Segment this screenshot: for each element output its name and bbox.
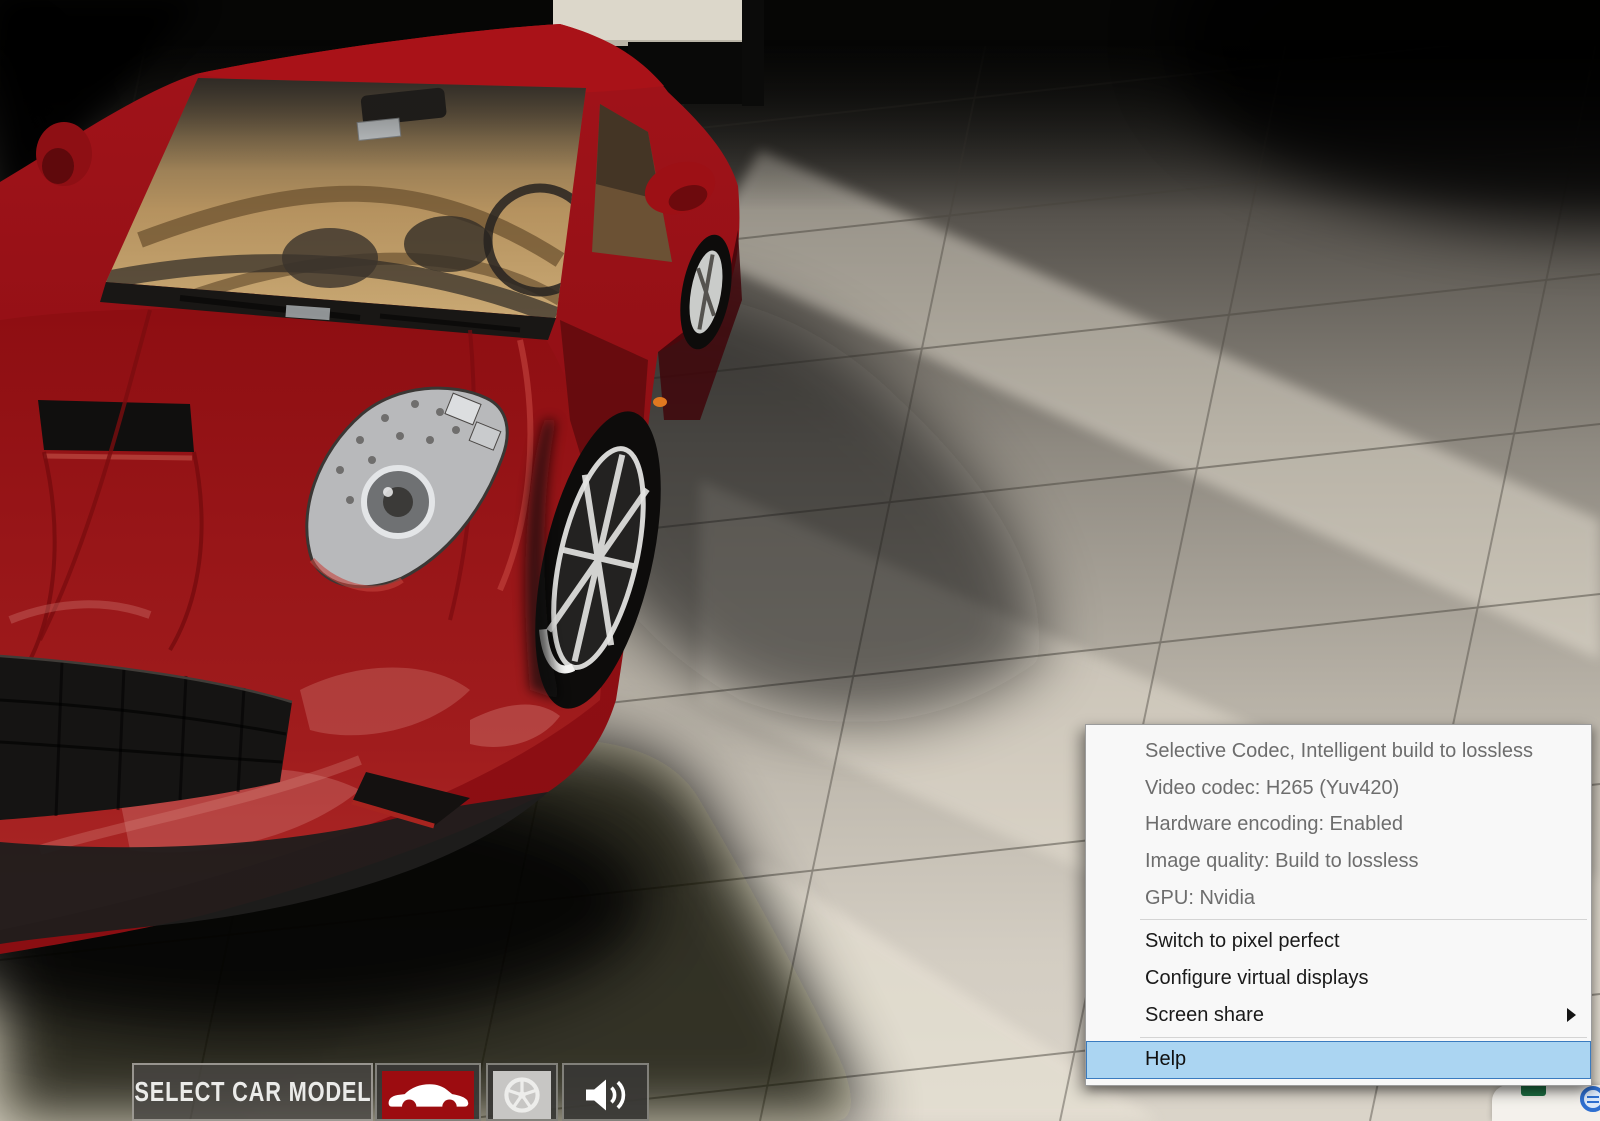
overlay-context-menu: Selective Codec, Intelligent build to lo… (1085, 724, 1592, 1086)
submenu-arrow-icon (1567, 1008, 1576, 1022)
menu-item-screen-share[interactable]: Screen share (1086, 997, 1591, 1034)
wheel-icon (500, 1073, 544, 1117)
corner-notification-popup[interactable] (1492, 1085, 1600, 1121)
sound-button[interactable] (562, 1063, 649, 1121)
popup-blue-badge-icon (1580, 1086, 1600, 1112)
menu-item-hardware-encoding: Hardware encoding: Enabled (1086, 806, 1591, 843)
menu-item-codec-info: Selective Codec, Intelligent build to lo… (1086, 733, 1591, 770)
car-icon (385, 1075, 471, 1115)
menu-item-video-codec: Video codec: H265 (Yuv420) (1086, 770, 1591, 807)
select-car-model-button[interactable]: SELECT CAR MODEL (132, 1063, 373, 1121)
menu-item-help[interactable]: Help (1086, 1041, 1591, 1079)
speaker-icon (580, 1075, 632, 1115)
menu-separator (1140, 919, 1587, 920)
car-model-button[interactable] (375, 1063, 481, 1121)
menu-separator (1140, 1037, 1587, 1038)
menu-item-image-quality: Image quality: Build to lossless (1086, 843, 1591, 880)
car-side-marker (653, 397, 667, 407)
wheels-button[interactable] (486, 1063, 558, 1121)
remote-desktop-screen: SELECT CAR MODEL (0, 0, 1600, 1121)
menu-item-gpu: GPU: Nvidia (1086, 880, 1591, 917)
menu-item-configure-virtual-displays[interactable]: Configure virtual displays (1086, 960, 1591, 997)
select-car-model-label: SELECT CAR MODEL (134, 1076, 371, 1108)
popup-green-tab (1521, 1085, 1546, 1096)
menu-item-switch-pixel-perfect[interactable]: Switch to pixel perfect (1086, 923, 1591, 960)
